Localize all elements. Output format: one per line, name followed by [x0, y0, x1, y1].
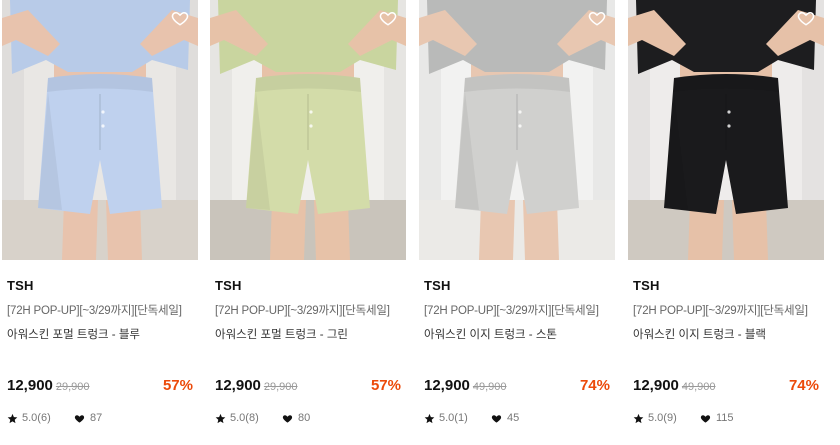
- product-image[interactable]: [210, 0, 406, 260]
- star-icon: [7, 413, 18, 423]
- product-name[interactable]: 아워스킨 포멀 트렁크 - 그린: [215, 326, 348, 342]
- heart-outline-icon[interactable]: [797, 9, 815, 27]
- product-card[interactable]: TSH [72H POP-UP][~3/29까지][단독세일] 아워스킨 이지 …: [628, 0, 824, 445]
- product-photo: [210, 0, 406, 260]
- product-image[interactable]: [2, 0, 198, 260]
- product-name[interactable]: 아워스킨 이지 트렁크 - 스톤: [424, 326, 557, 342]
- product-card[interactable]: TSH [72H POP-UP][~3/29까지][단독세일] 아워스킨 이지 …: [419, 0, 615, 445]
- like-count: 87: [74, 412, 102, 424]
- heart-outline-icon[interactable]: [379, 9, 397, 27]
- rating-value: 5.0(8): [230, 412, 259, 424]
- heart-outline-icon[interactable]: [588, 9, 606, 27]
- rating-value: 5.0(9): [648, 412, 677, 424]
- heart-filled-icon: [491, 414, 502, 423]
- rating-value: 5.0(1): [439, 412, 468, 424]
- original-price: 49,900: [472, 381, 507, 393]
- brand-name[interactable]: TSH: [424, 278, 451, 293]
- product-photo: [628, 0, 824, 260]
- star-icon: [633, 413, 644, 423]
- like-count: 80: [282, 412, 310, 424]
- sale-price: 12,900 49,900: [424, 377, 507, 394]
- heart-filled-icon: [74, 414, 85, 423]
- brand-name[interactable]: TSH: [215, 278, 242, 293]
- sale-price-value: 12,900: [424, 377, 470, 394]
- like-count-value: 45: [507, 412, 520, 424]
- original-price: 49,900: [681, 381, 716, 393]
- product-photo: [419, 0, 615, 260]
- like-count: 45: [491, 412, 519, 424]
- heart-filled-icon: [700, 414, 711, 423]
- star-icon: [215, 413, 226, 423]
- product-card[interactable]: TSH [72H POP-UP][~3/29까지][단독세일] 아워스킨 포멀 …: [2, 0, 198, 445]
- like-count-value: 80: [298, 412, 311, 424]
- rating: 5.0(8): [215, 412, 259, 424]
- product-grid: TSH [72H POP-UP][~3/29까지][단독세일] 아워스킨 포멀 …: [0, 0, 840, 445]
- product-name[interactable]: 아워스킨 포멀 트렁크 - 블루: [7, 326, 140, 342]
- original-price: 29,900: [263, 381, 298, 393]
- rating: 5.0(1): [424, 412, 468, 424]
- like-count-value: 115: [716, 412, 734, 424]
- rating-value: 5.0(6): [22, 412, 51, 424]
- discount-rate: 74%: [788, 377, 819, 394]
- product-card[interactable]: TSH [72H POP-UP][~3/29까지][단독세일] 아워스킨 포멀 …: [210, 0, 406, 445]
- discount-rate: 57%: [370, 377, 401, 394]
- original-price: 29,900: [55, 381, 90, 393]
- brand-name[interactable]: TSH: [7, 278, 34, 293]
- sale-price-value: 12,900: [215, 377, 261, 394]
- brand-name[interactable]: TSH: [633, 278, 660, 293]
- promo-tag: [72H POP-UP][~3/29까지][단독세일]: [633, 305, 808, 317]
- promo-tag: [72H POP-UP][~3/29까지][단독세일]: [424, 305, 599, 317]
- product-name[interactable]: 아워스킨 이지 트렁크 - 블랙: [633, 326, 766, 342]
- sale-price: 12,900 29,900: [7, 377, 90, 394]
- product-image[interactable]: [628, 0, 824, 260]
- sale-price-value: 12,900: [633, 377, 679, 394]
- like-count-value: 87: [90, 412, 103, 424]
- sale-price: 12,900 29,900: [215, 377, 298, 394]
- rating: 5.0(6): [7, 412, 51, 424]
- promo-tag: [72H POP-UP][~3/29까지][단독세일]: [215, 305, 390, 317]
- heart-outline-icon[interactable]: [171, 9, 189, 27]
- product-photo: [2, 0, 198, 260]
- heart-filled-icon: [282, 414, 293, 423]
- star-icon: [424, 413, 435, 423]
- rating: 5.0(9): [633, 412, 677, 424]
- promo-tag: [72H POP-UP][~3/29까지][단독세일]: [7, 305, 182, 317]
- like-count: 115: [700, 412, 734, 424]
- sale-price-value: 12,900: [7, 377, 53, 394]
- product-image[interactable]: [419, 0, 615, 260]
- sale-price: 12,900 49,900: [633, 377, 716, 394]
- discount-rate: 74%: [579, 377, 610, 394]
- discount-rate: 57%: [162, 377, 193, 394]
